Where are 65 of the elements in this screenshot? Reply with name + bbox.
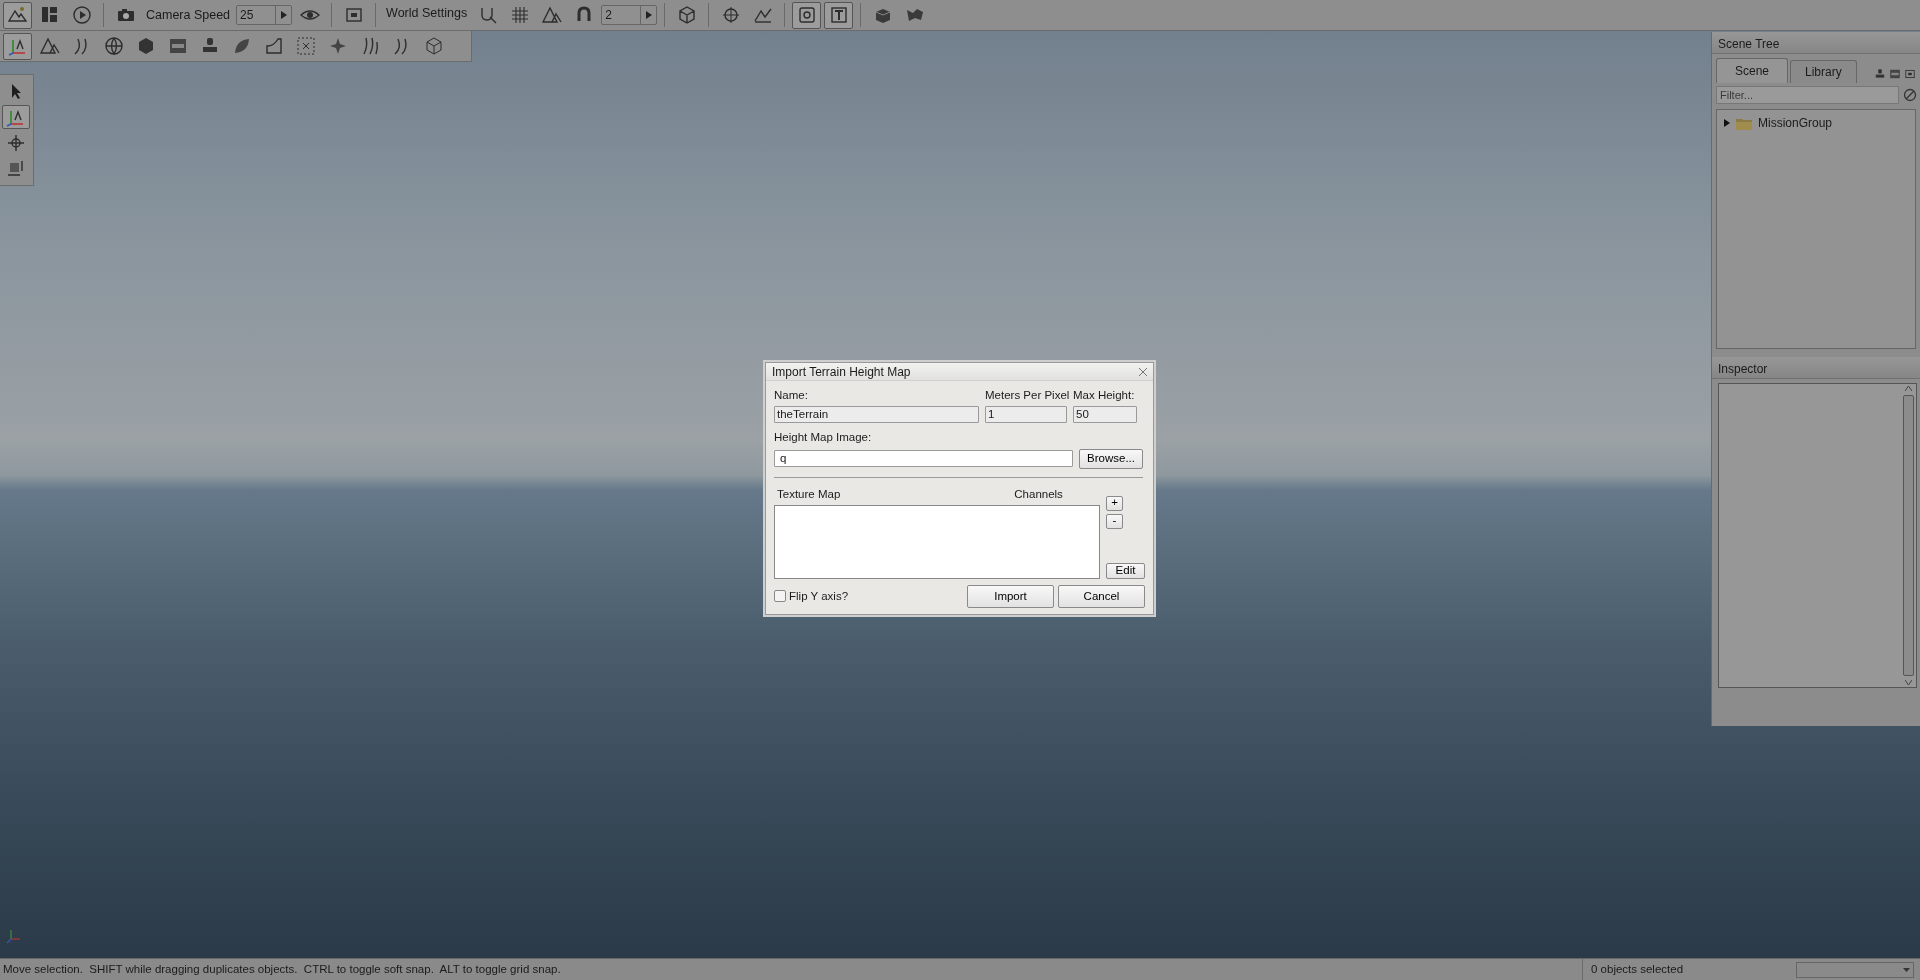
scale-icon: [6, 159, 26, 179]
column-header: Channels: [1014, 486, 1063, 502]
expand-arrow-icon[interactable]: [1723, 119, 1730, 127]
field-label: Max Height:: [1073, 388, 1136, 403]
text-icon: [828, 5, 849, 25]
selection-box-icon: [295, 36, 316, 56]
arrow-icon: [645, 11, 652, 19]
data-icon: [167, 36, 188, 56]
terrain-sun-icon: [7, 5, 28, 25]
panels-icon: [39, 5, 60, 25]
cancel-button[interactable]: Cancel: [1058, 584, 1145, 608]
import-button[interactable]: Import: [967, 584, 1054, 608]
panel-title: Inspector: [1712, 357, 1920, 379]
mountains-icon: [541, 5, 562, 25]
spin-field[interactable]: 25: [236, 5, 293, 25]
ramp-icon: [263, 36, 284, 56]
edit-button[interactable]: Edit: [1106, 562, 1145, 579]
field-label: Height Map Image:: [774, 430, 873, 446]
add-button[interactable]: +: [1106, 495, 1123, 511]
selection-count: 0 objects selected: [1591, 961, 1684, 977]
globe-icon: [103, 36, 124, 56]
filter-field[interactable]: Filter...: [1716, 86, 1899, 104]
mountain-outline-icon: [39, 36, 60, 56]
panel-title: Scene Tree: [1712, 32, 1920, 54]
texture-list[interactable]: [774, 504, 1100, 579]
move-gizmo-button[interactable]: [2, 105, 30, 129]
arrow-icon: [280, 11, 287, 19]
scroll-up-icon[interactable]: [1904, 386, 1912, 391]
text-button[interactable]: [824, 1, 854, 29]
scroll-down-icon[interactable]: [1904, 680, 1912, 685]
column-header: Texture Map: [777, 486, 841, 502]
wire-cube-icon: [423, 36, 444, 56]
caret-icon: [1903, 967, 1910, 972]
text-field[interactable]: q: [774, 450, 1073, 467]
dialog-title: Import Terrain Height Map: [772, 363, 911, 381]
frame-icon: [343, 5, 364, 25]
remove-button[interactable]: -: [1106, 513, 1123, 529]
browse-button[interactable]: Browse...: [1079, 448, 1143, 469]
play-icon: [71, 5, 92, 25]
text-field[interactable]: 50: [1073, 406, 1137, 424]
tab[interactable]: Library: [1790, 60, 1857, 83]
spin-field[interactable]: 2: [601, 5, 658, 25]
toolbar-label: World Settings: [385, 5, 469, 22]
terrain-sun-button[interactable]: [3, 1, 32, 29]
tab[interactable]: Scene: [1716, 58, 1789, 83]
scrollbar-thumb[interactable]: [1902, 395, 1914, 676]
field-label: Meters Per Pixel: [985, 388, 1067, 403]
toolbar-label: Camera Speed: [145, 6, 232, 24]
cube-icon: [676, 5, 697, 25]
grid-icon: [509, 5, 530, 25]
status-message: Move selection. SHIFT while dragging duplicates objects. CTRL to toggle soft snap. ALT to toggle grid snap.: [2, 961, 562, 977]
terrain-gizmo-button[interactable]: [3, 32, 32, 60]
axis-gizmo-icon: [6, 928, 22, 944]
focus-frame-button[interactable]: [792, 1, 822, 29]
clear-filter-icon[interactable]: [1903, 88, 1917, 102]
focus-frame-icon: [796, 5, 817, 25]
crosshair-icon: [720, 5, 741, 25]
tree-item[interactable]: MissionGroup: [1758, 114, 1833, 132]
rotate-icon: [6, 133, 26, 153]
checkbox-label: Flip Y axis?: [789, 588, 849, 604]
field-label: Name:: [774, 388, 809, 403]
text-field[interactable]: theTerrain: [774, 406, 979, 424]
text-field[interactable]: 1: [985, 406, 1067, 424]
checkbox[interactable]: [774, 590, 786, 603]
close-icon[interactable]: [1139, 367, 1147, 376]
